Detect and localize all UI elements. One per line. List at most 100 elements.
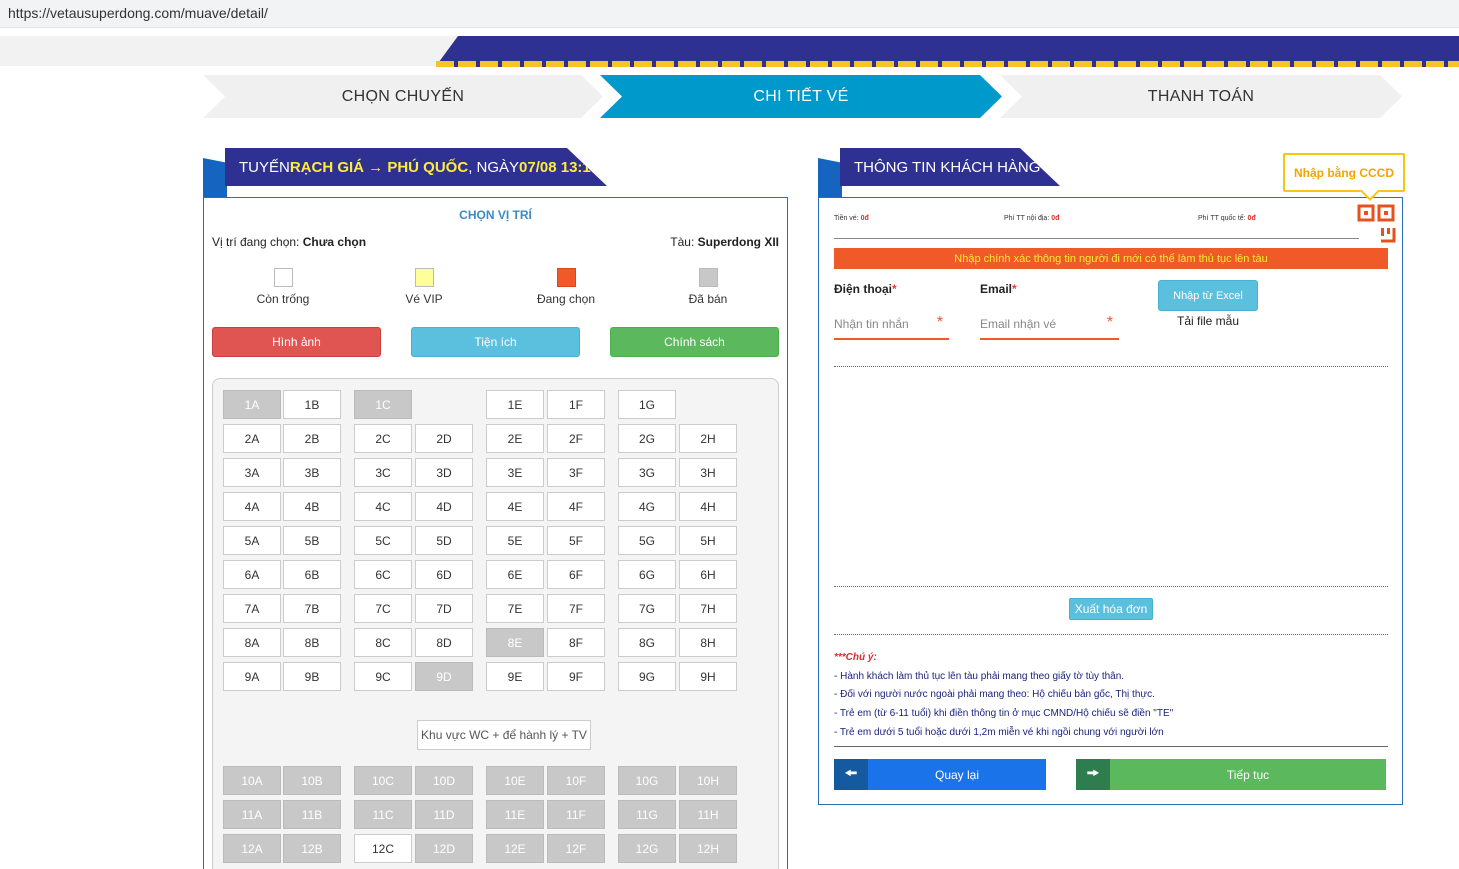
seat-5d[interactable]: 5D <box>415 526 473 555</box>
seat-9g[interactable]: 9G <box>618 662 676 691</box>
seat-4h[interactable]: 4H <box>679 492 737 521</box>
seat-7a[interactable]: 7A <box>223 594 281 623</box>
seat-7e[interactable]: 7E <box>486 594 544 623</box>
amenities-button[interactable]: Tiện ích <box>411 327 580 357</box>
seat-1a: 1A <box>223 390 281 419</box>
seat-7g[interactable]: 7G <box>618 594 676 623</box>
cccd-input-button[interactable]: Nhập bằng CCCD <box>1283 153 1405 192</box>
step-payment[interactable]: THANH TOÁN <box>1000 75 1402 118</box>
seat-8f[interactable]: 8F <box>547 628 605 657</box>
seat-8b[interactable]: 8B <box>283 628 341 657</box>
step-ticket-detail[interactable]: CHI TIẾT VÉ <box>600 75 1002 118</box>
seat-5c[interactable]: 5C <box>354 526 412 555</box>
download-template-link[interactable]: Tải file mẫu <box>1158 314 1258 328</box>
seat-9c[interactable]: 9C <box>354 662 412 691</box>
seat-4c[interactable]: 4C <box>354 492 412 521</box>
seat-1e[interactable]: 1E <box>486 390 544 419</box>
seat-2e[interactable]: 2E <box>486 424 544 453</box>
seat-2c[interactable]: 2C <box>354 424 412 453</box>
seat-5a[interactable]: 5A <box>223 526 281 555</box>
seat-5g[interactable]: 5G <box>618 526 676 555</box>
seat-6d[interactable]: 6D <box>415 560 473 589</box>
seat-selection-panel: CHỌN VỊ TRÍ Vị trí đang chọn: Chưa chọn … <box>203 197 788 869</box>
policy-button[interactable]: Chính sách <box>610 327 779 357</box>
seat-12c[interactable]: 12C <box>354 834 412 863</box>
seat-7f[interactable]: 7F <box>547 594 605 623</box>
export-invoice-button[interactable]: Xuất hóa đơn <box>1069 598 1153 620</box>
seat-1f[interactable]: 1F <box>547 390 605 419</box>
email-input[interactable]: Email nhận vé * <box>980 310 1119 340</box>
seat-6g[interactable]: 6G <box>618 560 676 589</box>
seat-3h[interactable]: 3H <box>679 458 737 487</box>
seat-9h[interactable]: 9H <box>679 662 737 691</box>
seat-5f[interactable]: 5F <box>547 526 605 555</box>
seat-7d[interactable]: 7D <box>415 594 473 623</box>
seat-2f[interactable]: 2F <box>547 424 605 453</box>
seat-9b[interactable]: 9B <box>283 662 341 691</box>
seat-3d[interactable]: 3D <box>415 458 473 487</box>
seat-9f[interactable]: 9F <box>547 662 605 691</box>
seat-3a[interactable]: 3A <box>223 458 281 487</box>
seat-4a[interactable]: 4A <box>223 492 281 521</box>
seat-2g[interactable]: 2G <box>618 424 676 453</box>
back-button[interactable]: 🠘 Quay lại <box>834 759 1046 790</box>
seat-6f[interactable]: 6F <box>547 560 605 589</box>
seat-9a[interactable]: 9A <box>223 662 281 691</box>
url-text[interactable]: https://vetausuperdong.com/muave/detail/ <box>8 5 268 21</box>
import-excel-button[interactable]: Nhập từ Excel <box>1158 280 1258 311</box>
seat-4d[interactable]: 4D <box>415 492 473 521</box>
seat-4g[interactable]: 4G <box>618 492 676 521</box>
seat-2a[interactable]: 2A <box>223 424 281 453</box>
seat-8h[interactable]: 8H <box>679 628 737 657</box>
seat-7b[interactable]: 7B <box>283 594 341 623</box>
seat-3b[interactable]: 3B <box>283 458 341 487</box>
legend-selecting: Đang chọn <box>511 268 621 306</box>
seat-7h[interactable]: 7H <box>679 594 737 623</box>
seat-4b[interactable]: 4B <box>283 492 341 521</box>
legend-selecting-swatch <box>556 268 576 287</box>
seat-1g[interactable]: 1G <box>618 390 676 419</box>
domestic-fee-label: Phí TT nội địa: <box>1004 215 1052 222</box>
images-button[interactable]: Hình ảnh <box>212 327 381 357</box>
seat-3c[interactable]: 3C <box>354 458 412 487</box>
seat-2b[interactable]: 2B <box>283 424 341 453</box>
seat-9e[interactable]: 9E <box>486 662 544 691</box>
email-label: Email* <box>980 282 1017 296</box>
step-choose-trip[interactable]: CHỌN CHUYẾN <box>203 75 603 118</box>
seat-4e[interactable]: 4E <box>486 492 544 521</box>
seat-6e[interactable]: 6E <box>486 560 544 589</box>
seat-2h[interactable]: 2H <box>679 424 737 453</box>
seat-6c[interactable]: 6C <box>354 560 412 589</box>
phone-input[interactable]: Nhận tin nhắn * <box>834 310 949 340</box>
seat-6a[interactable]: 6A <box>223 560 281 589</box>
seat-1b[interactable]: 1B <box>283 390 341 419</box>
seat-5h[interactable]: 5H <box>679 526 737 555</box>
qr-scan-icon[interactable] <box>1357 204 1397 244</box>
intl-fee-value: 0đ <box>1247 215 1256 222</box>
seat-7c[interactable]: 7C <box>354 594 412 623</box>
seat-10c: 10C <box>354 766 412 795</box>
fee-divider <box>834 238 1359 239</box>
seat-5b[interactable]: 5B <box>283 526 341 555</box>
seat-8a[interactable]: 8A <box>223 628 281 657</box>
seat-4f[interactable]: 4F <box>547 492 605 521</box>
seat-8g[interactable]: 8G <box>618 628 676 657</box>
seat-2d[interactable]: 2D <box>415 424 473 453</box>
seat-6h[interactable]: 6H <box>679 560 737 589</box>
next-button[interactable]: 🠚 Tiếp tục <box>1076 759 1386 790</box>
address-bar[interactable]: https://vetausuperdong.com/muave/detail/ <box>0 0 1459 28</box>
seat-3f[interactable]: 3F <box>547 458 605 487</box>
seat-map: Khu vực WC + để hành lý + TV 1A 1B 1C 1E 1F 1… <box>212 378 779 869</box>
legend-sold: Đã bán <box>653 268 763 306</box>
seat-5e[interactable]: 5E <box>486 526 544 555</box>
page-root: https://vetausuperdong.com/muave/detail/… <box>0 0 1459 869</box>
seat-6b[interactable]: 6B <box>283 560 341 589</box>
seat-8d[interactable]: 8D <box>415 628 473 657</box>
seat-3e[interactable]: 3E <box>486 458 544 487</box>
seat-11a: 11A <box>223 800 281 829</box>
seat-3g[interactable]: 3G <box>618 458 676 487</box>
seat-8c[interactable]: 8C <box>354 628 412 657</box>
legend-sold-swatch <box>698 268 718 287</box>
legend-sold-label: Đã bán <box>688 292 728 306</box>
back-button-label: Quay lại <box>934 767 980 782</box>
